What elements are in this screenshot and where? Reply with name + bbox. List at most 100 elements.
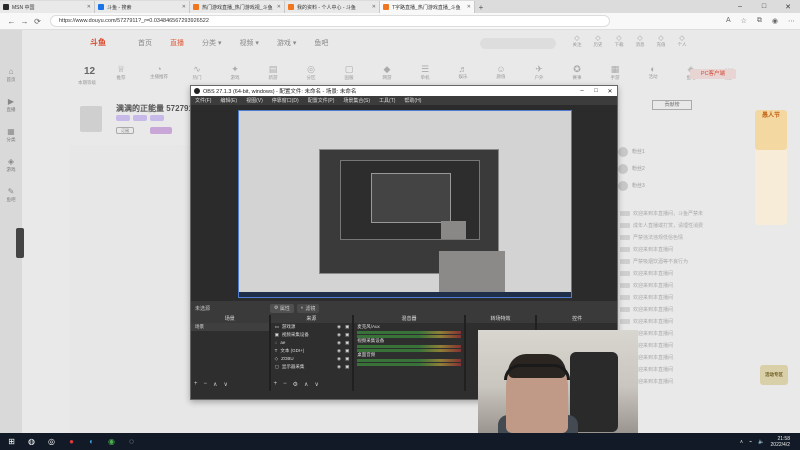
lock-icon[interactable]: ▣	[345, 347, 349, 355]
source-item[interactable]: ◌ ae ◉ ▣	[271, 339, 353, 347]
category-item[interactable]: ◆ 网游	[378, 64, 396, 81]
volume-slider[interactable]	[357, 335, 461, 338]
source-item[interactable]: ▣ 视频采集设备 ◉ ▣	[271, 331, 353, 339]
lock-icon[interactable]: ▣	[345, 355, 349, 363]
top-nav-item[interactable]: ◇ 关注	[570, 34, 584, 48]
close-icon[interactable]: ✕	[776, 0, 800, 13]
lock-icon[interactable]: ▣	[345, 331, 349, 339]
steam-icon[interactable]: ◍	[24, 435, 39, 448]
streamer-avatar[interactable]	[80, 106, 102, 132]
site-nav-item[interactable]: 鱼吧	[314, 38, 328, 48]
add-scene-icon[interactable]: +	[194, 381, 198, 389]
category-item[interactable]: ▢ 国服	[340, 64, 358, 81]
steam-app-icon[interactable]: ◎	[44, 435, 59, 448]
category-item[interactable]: ◐ 活动	[644, 64, 662, 81]
category-item[interactable]: ✈ 户外	[530, 64, 548, 81]
obs-menu-item[interactable]: 视图(V)	[246, 97, 263, 104]
remove-scene-icon[interactable]: −	[204, 381, 208, 389]
obs-menu-item[interactable]: 停靠窗口(D)	[272, 97, 299, 104]
category-item[interactable]: ▤ 新游	[264, 64, 282, 81]
promo-banner-body[interactable]	[755, 137, 787, 225]
visibility-eye-icon[interactable]: ◉	[337, 355, 341, 363]
tab-close-icon[interactable]: ✕	[372, 4, 376, 10]
contribution-rank-button[interactable]: 贡献榜	[652, 100, 692, 110]
site-nav-item[interactable]: 首页	[138, 38, 152, 48]
category-item[interactable]: ◎ 分区	[302, 64, 320, 81]
rail-item[interactable]: ✎ 鱼吧	[0, 180, 22, 210]
obs-maximize-icon[interactable]: □	[589, 88, 603, 95]
fan-row[interactable]: 粉丝1	[618, 143, 645, 160]
category-item[interactable]: ✪ 赛事	[568, 64, 586, 81]
category-item[interactable]: ♕ 推荐	[112, 64, 130, 81]
category-item[interactable]: ◔ 主播推荐	[150, 64, 168, 81]
category-item[interactable]: ☺ 颜值	[492, 64, 510, 81]
category-item[interactable]: ∿ 热门	[188, 64, 206, 81]
netease-music-icon[interactable]: ●	[64, 435, 79, 448]
follow-button[interactable]: 订阅	[116, 127, 134, 134]
fan-row[interactable]: 粉丝2	[618, 160, 645, 177]
source-item[interactable]: ▢ 显示器采集 ◉ ▣	[271, 363, 353, 371]
category-item[interactable]: ♬ 娱乐	[454, 64, 472, 81]
rail-item[interactable]: ▶ 直播	[0, 90, 22, 120]
site-search-input[interactable]	[480, 38, 556, 49]
tab-close-icon[interactable]: ✕	[467, 4, 471, 10]
obs-menu-item[interactable]: 工具(T)	[379, 97, 395, 104]
obs-menu-item[interactable]: 帮助(H)	[404, 97, 421, 104]
site-nav-item[interactable]: 视频 ▾	[239, 38, 258, 48]
source-up-icon[interactable]: ∧	[304, 381, 308, 389]
category-item[interactable]: ✦ 游戏	[226, 64, 244, 81]
back-icon[interactable]: ←	[5, 17, 18, 26]
minimize-icon[interactable]: –	[728, 0, 752, 13]
source-item[interactable]: ◇ ZOBU ◉ ▣	[271, 355, 353, 363]
browser-tab[interactable]: 我的资料 - 个人中心 - 斗鱼 ✕	[285, 1, 380, 13]
source-item[interactable]: ▭ 游戏源 ◉ ▣	[271, 323, 353, 331]
source-settings-icon[interactable]: ⚙	[293, 381, 298, 389]
more-icon[interactable]: ⋯	[788, 17, 795, 25]
lock-icon[interactable]: ▣	[345, 363, 349, 371]
rail-item[interactable]: ◈ 游戏	[0, 150, 22, 180]
profile-icon[interactable]: ◉	[772, 17, 778, 25]
lock-icon[interactable]: ▣	[345, 323, 349, 331]
browser-tab[interactable]: 斗鱼 - 搜索 ✕	[95, 1, 190, 13]
edge-browser-icon[interactable]: ◐	[84, 435, 99, 448]
refresh-icon[interactable]: ⟳	[31, 17, 44, 26]
lock-icon[interactable]: ▣	[345, 339, 349, 347]
tab-close-icon[interactable]: ✕	[182, 4, 186, 10]
obs-menu-item[interactable]: 编辑(E)	[220, 97, 237, 104]
browser-tab[interactable]: T字路直播_热门游戏直播_斗鱼 ✕	[380, 1, 475, 13]
obs-menu-item[interactable]: 文件(F)	[195, 97, 211, 104]
visibility-eye-icon[interactable]: ◉	[337, 339, 341, 347]
visibility-eye-icon[interactable]: ◉	[337, 363, 341, 371]
rail-item[interactable]: ▦ 分类	[0, 120, 22, 150]
chrome-icon[interactable]: ◉	[104, 435, 119, 448]
visibility-eye-icon[interactable]: ◉	[337, 347, 341, 355]
fan-row[interactable]: 粉丝3	[618, 177, 645, 194]
obs-properties-button[interactable]: ⚙ 属性	[270, 303, 294, 313]
promo-banner[interactable]: 愚人节	[755, 110, 787, 150]
category-item[interactable]: ☰ 单机	[416, 64, 434, 81]
pc-client-button[interactable]: PC客户端	[690, 69, 736, 79]
remove-source-icon[interactable]: −	[283, 381, 287, 389]
obs-close-icon[interactable]: ✕	[603, 88, 617, 95]
obs-filters-button[interactable]: ◐ 滤镜	[296, 303, 320, 313]
volume-slider[interactable]	[357, 363, 461, 366]
tab-close-icon[interactable]: ✕	[277, 4, 281, 10]
browser-tab[interactable]: 热门游戏直播_热门游戏视_斗鱼 ✕	[190, 1, 285, 13]
top-nav-item[interactable]: ◇ 个人	[675, 34, 689, 48]
read-aloud-icon[interactable]: A	[726, 17, 731, 25]
source-down-icon[interactable]: ∨	[314, 381, 318, 389]
volume-icon[interactable]: 🔈	[758, 439, 764, 445]
activity-banner[interactable]: 活动专区	[760, 365, 788, 385]
collections-icon[interactable]: ⧉	[757, 17, 762, 25]
tab-close-icon[interactable]: ✕	[87, 4, 91, 10]
windows-start-icon[interactable]: ⊞	[4, 435, 19, 448]
top-nav-item[interactable]: ◇ 充值	[654, 34, 668, 48]
forward-icon[interactable]: →	[18, 17, 31, 26]
source-item[interactable]: T 文本 (GDI+) ◉ ▣	[271, 347, 353, 355]
url-field[interactable]: https://www.douyu.com/5727911?_r=0.03484…	[50, 15, 610, 27]
volume-slider[interactable]	[357, 349, 461, 352]
obs-menu-item[interactable]: 配置文件(P)	[308, 97, 335, 104]
favorite-icon[interactable]: ☆	[741, 17, 747, 25]
obs-preview-canvas[interactable]	[238, 110, 572, 298]
obs-taskbar-icon[interactable]: ◌	[124, 435, 139, 448]
